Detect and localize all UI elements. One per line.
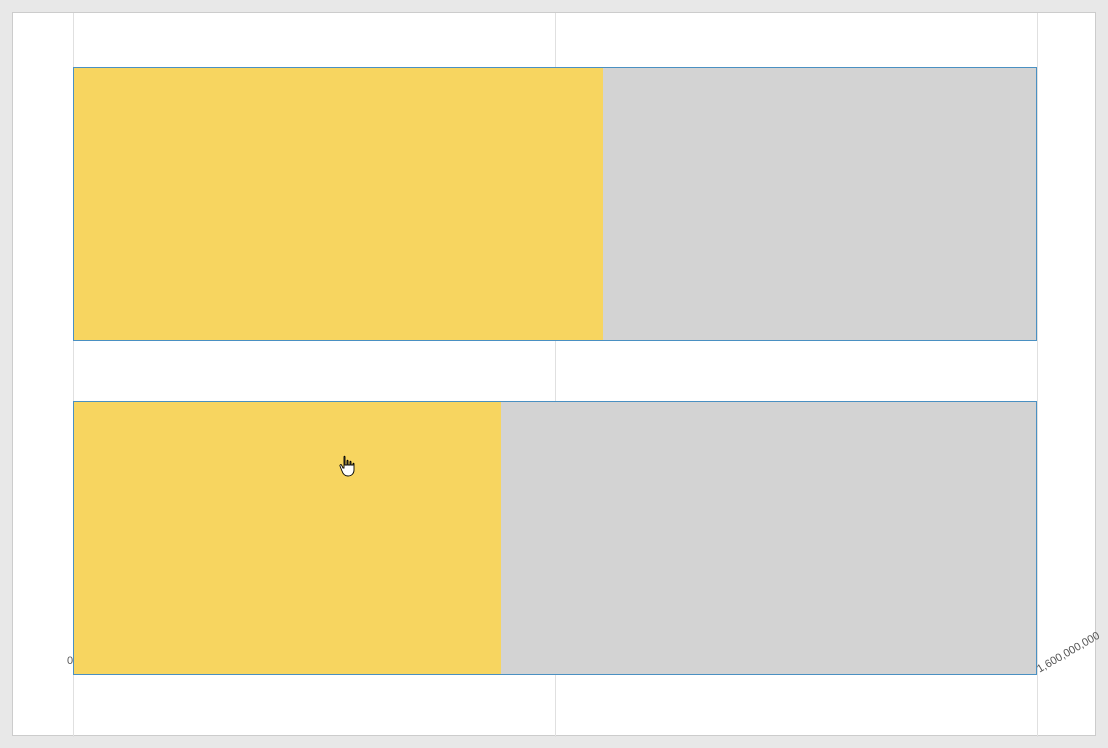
bar-row-1-highlight[interactable]: [74, 68, 603, 340]
x-axis-tick-start: 0: [67, 655, 73, 667]
bar-row-1[interactable]: [73, 67, 1037, 341]
x-axis-tick-end: 1,600,000,000: [1035, 630, 1102, 676]
plot-area[interactable]: 0 1,600,000,000: [73, 67, 1037, 675]
gridline: [1037, 13, 1038, 737]
bar-row-2-highlight[interactable]: [74, 402, 501, 674]
chart-panel: 0 1,600,000,000: [12, 12, 1096, 736]
bar-row-2[interactable]: [73, 401, 1037, 675]
